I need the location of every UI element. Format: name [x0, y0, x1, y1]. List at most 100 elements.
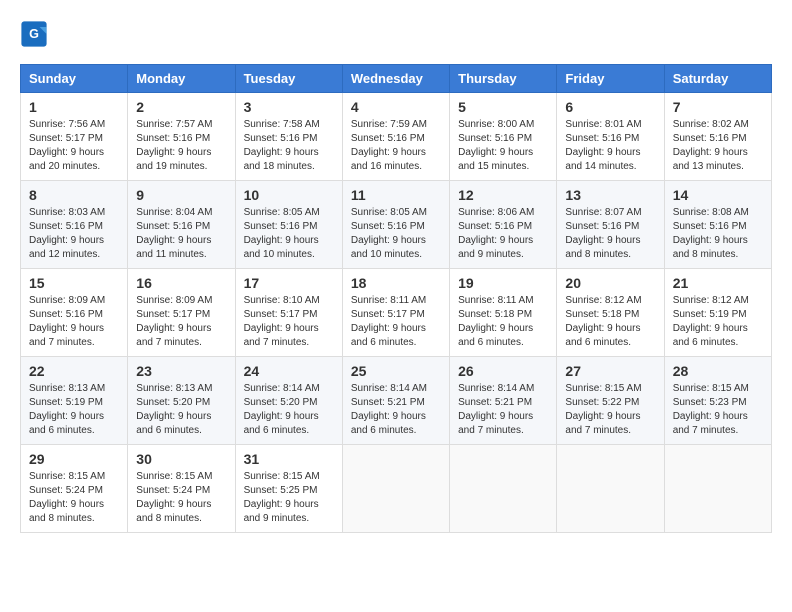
day-number: 8 [29, 187, 119, 203]
day-info: Sunrise: 8:05 AMSunset: 5:16 PMDaylight:… [244, 206, 334, 262]
day-info: Sunrise: 7:57 AMSunset: 5:16 PMDaylight:… [136, 118, 226, 174]
calendar-cell: 29Sunrise: 8:15 AMSunset: 5:24 PMDayligh… [21, 445, 128, 533]
day-number: 28 [673, 363, 763, 379]
day-number: 20 [565, 275, 655, 291]
day-info: Sunrise: 8:14 AMSunset: 5:21 PMDaylight:… [351, 382, 441, 438]
calendar-week-5: 29 Sunrise: 8:15 AMSunset: 5:24 PMDayligh… [21, 445, 772, 533]
calendar-cell: 22 Sunrise: 8:13 AMSunset: 5:19 PMDayligh… [21, 357, 128, 445]
calendar-cell: 26 Sunrise: 8:14 AMSunset: 5:21 PMDayligh… [450, 357, 557, 445]
day-info: Sunrise: 8:14 AMSunset: 5:21 PMDaylight:… [458, 382, 548, 438]
page-header: G [20, 20, 772, 48]
calendar-cell: 4 Sunrise: 7:59 AMSunset: 5:16 PMDaylight… [342, 93, 449, 181]
calendar-cell: 8 Sunrise: 8:03 AMSunset: 5:16 PMDaylight… [21, 181, 128, 269]
weekday-header-sunday: Sunday [21, 65, 128, 93]
calendar-week-3: 15Sunrise: 8:09 AMSunset: 5:16 PMDayligh… [21, 269, 772, 357]
calendar-cell: 9Sunrise: 8:04 AMSunset: 5:16 PMDaylight… [128, 181, 235, 269]
calendar-cell: 13 Sunrise: 8:07 AMSunset: 5:16 PMDayligh… [557, 181, 664, 269]
day-info: Sunrise: 8:11 AMSunset: 5:18 PMDaylight:… [458, 294, 548, 350]
calendar-cell: 24 Sunrise: 8:14 AMSunset: 5:20 PMDayligh… [235, 357, 342, 445]
weekday-header-saturday: Saturday [664, 65, 771, 93]
weekday-header-thursday: Thursday [450, 65, 557, 93]
day-info: Sunrise: 8:12 AMSunset: 5:19 PMDaylight:… [673, 294, 763, 350]
day-number: 25 [351, 363, 441, 379]
day-info: Sunrise: 7:56 AMSunset: 5:17 PMDaylight:… [29, 118, 119, 174]
day-info: Sunrise: 8:09 AMSunset: 5:16 PMDaylight:… [29, 294, 119, 350]
calendar-cell: 7 Sunrise: 8:02 AMSunset: 5:16 PMDaylight… [664, 93, 771, 181]
calendar-cell: 6 Sunrise: 8:01 AMSunset: 5:16 PMDaylight… [557, 93, 664, 181]
calendar-body: 1Sunrise: 7:56 AMSunset: 5:17 PMDaylight… [21, 93, 772, 533]
day-number: 14 [673, 187, 763, 203]
day-number: 30 [136, 451, 226, 467]
day-number: 21 [673, 275, 763, 291]
weekday-header-tuesday: Tuesday [235, 65, 342, 93]
calendar-cell: 16Sunrise: 8:09 AMSunset: 5:17 PMDayligh… [128, 269, 235, 357]
day-number: 23 [136, 363, 226, 379]
day-info: Sunrise: 8:10 AMSunset: 5:17 PMDaylight:… [244, 294, 334, 350]
calendar-cell: 20Sunrise: 8:12 AMSunset: 5:18 PMDayligh… [557, 269, 664, 357]
calendar-cell [557, 445, 664, 533]
day-info: Sunrise: 8:00 AMSunset: 5:16 PMDaylight:… [458, 118, 548, 174]
day-info: Sunrise: 8:02 AMSunset: 5:16 PMDaylight:… [673, 118, 763, 174]
day-number: 31 [244, 451, 334, 467]
calendar-cell: 28 Sunrise: 8:15 AMSunset: 5:23 PMDayligh… [664, 357, 771, 445]
svg-text:G: G [29, 27, 39, 41]
weekday-header-monday: Monday [128, 65, 235, 93]
day-number: 18 [351, 275, 441, 291]
weekday-header-friday: Friday [557, 65, 664, 93]
day-number: 13 [565, 187, 655, 203]
calendar-cell: 27 Sunrise: 8:15 AMSunset: 5:22 PMDayligh… [557, 357, 664, 445]
calendar-cell: 3Sunrise: 7:58 AMSunset: 5:16 PMDaylight… [235, 93, 342, 181]
day-number: 29 [29, 451, 119, 467]
calendar-week-1: 1Sunrise: 7:56 AMSunset: 5:17 PMDaylight… [21, 93, 772, 181]
calendar-cell: 21 Sunrise: 8:12 AMSunset: 5:19 PMDayligh… [664, 269, 771, 357]
day-info: Sunrise: 8:14 AMSunset: 5:20 PMDaylight:… [244, 382, 334, 438]
calendar-table: SundayMondayTuesdayWednesdayThursdayFrid… [20, 64, 772, 533]
day-info: Sunrise: 8:03 AMSunset: 5:16 PMDaylight:… [29, 206, 119, 262]
day-number: 9 [136, 187, 226, 203]
day-number: 22 [29, 363, 119, 379]
day-info: Sunrise: 8:08 AMSunset: 5:16 PMDaylight:… [673, 206, 763, 262]
day-info: Sunrise: 7:59 AMSunset: 5:16 PMDaylight:… [351, 118, 441, 174]
day-number: 11 [351, 187, 441, 203]
calendar-cell: 1Sunrise: 7:56 AMSunset: 5:17 PMDaylight… [21, 93, 128, 181]
day-info: Sunrise: 8:15 AMSunset: 5:22 PMDaylight:… [565, 382, 655, 438]
day-info: Sunrise: 7:58 AMSunset: 5:16 PMDaylight:… [244, 118, 334, 174]
day-info: Sunrise: 8:15 AMSunset: 5:24 PMDaylight:… [136, 470, 226, 526]
day-number: 26 [458, 363, 548, 379]
weekday-header-wednesday: Wednesday [342, 65, 449, 93]
calendar-cell: 30 Sunrise: 8:15 AMSunset: 5:24 PMDayligh… [128, 445, 235, 533]
calendar-cell: 14 Sunrise: 8:08 AMSunset: 5:16 PMDayligh… [664, 181, 771, 269]
calendar-cell: 25 Sunrise: 8:14 AMSunset: 5:21 PMDayligh… [342, 357, 449, 445]
day-info: Sunrise: 8:07 AMSunset: 5:16 PMDaylight:… [565, 206, 655, 262]
day-number: 5 [458, 99, 548, 115]
day-number: 10 [244, 187, 334, 203]
day-number: 27 [565, 363, 655, 379]
calendar-week-2: 8 Sunrise: 8:03 AMSunset: 5:16 PMDaylight… [21, 181, 772, 269]
calendar-cell [450, 445, 557, 533]
day-info: Sunrise: 8:01 AMSunset: 5:16 PMDaylight:… [565, 118, 655, 174]
calendar-cell: 2 Sunrise: 7:57 AMSunset: 5:16 PMDaylight… [128, 93, 235, 181]
day-number: 6 [565, 99, 655, 115]
calendar-cell [342, 445, 449, 533]
calendar-cell: 11Sunrise: 8:05 AMSunset: 5:16 PMDayligh… [342, 181, 449, 269]
day-number: 12 [458, 187, 548, 203]
calendar-cell: 10 Sunrise: 8:05 AMSunset: 5:16 PMDayligh… [235, 181, 342, 269]
day-info: Sunrise: 8:13 AMSunset: 5:19 PMDaylight:… [29, 382, 119, 438]
day-info: Sunrise: 8:06 AMSunset: 5:16 PMDaylight:… [458, 206, 548, 262]
day-number: 4 [351, 99, 441, 115]
calendar-cell: 31 Sunrise: 8:15 AMSunset: 5:25 PMDayligh… [235, 445, 342, 533]
logo-icon: G [20, 20, 48, 48]
day-info: Sunrise: 8:09 AMSunset: 5:17 PMDaylight:… [136, 294, 226, 350]
calendar-week-4: 22 Sunrise: 8:13 AMSunset: 5:19 PMDayligh… [21, 357, 772, 445]
day-info: Sunrise: 8:15 AMSunset: 5:25 PMDaylight:… [244, 470, 334, 526]
calendar-cell: 12 Sunrise: 8:06 AMSunset: 5:16 PMDayligh… [450, 181, 557, 269]
calendar-cell: 15Sunrise: 8:09 AMSunset: 5:16 PMDayligh… [21, 269, 128, 357]
day-info: Sunrise: 8:11 AMSunset: 5:17 PMDaylight:… [351, 294, 441, 350]
day-info: Sunrise: 8:13 AMSunset: 5:20 PMDaylight:… [136, 382, 226, 438]
day-number: 7 [673, 99, 763, 115]
logo: G [20, 20, 52, 48]
day-number: 24 [244, 363, 334, 379]
day-info: Sunrise: 8:15 AMSunset: 5:23 PMDaylight:… [673, 382, 763, 438]
calendar-header-row: SundayMondayTuesdayWednesdayThursdayFrid… [21, 65, 772, 93]
day-number: 2 [136, 99, 226, 115]
